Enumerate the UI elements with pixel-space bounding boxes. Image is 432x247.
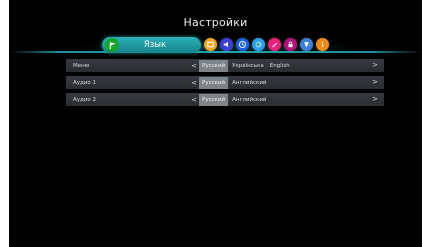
arrow-right-icon[interactable]: > xyxy=(370,93,380,106)
arrow-left-icon[interactable]: < xyxy=(189,96,199,104)
tab-language[interactable]: Язык xyxy=(102,37,201,53)
option-selected[interactable]: Русский xyxy=(199,93,229,106)
arrow-right-icon[interactable]: > xyxy=(370,76,380,89)
tab-language-label: Язык xyxy=(143,40,167,50)
edit-icon[interactable] xyxy=(268,38,281,51)
picture-icon[interactable] xyxy=(204,38,217,51)
option[interactable]: Английский xyxy=(232,80,266,86)
option-selected[interactable]: Русский xyxy=(199,59,229,72)
antenna-icon[interactable] xyxy=(300,38,313,51)
setting-label: Меню xyxy=(73,62,90,69)
arrow-left-icon[interactable]: < xyxy=(189,79,199,87)
setting-row-audio1[interactable]: Аудио 1 < Русский Английский > xyxy=(66,76,384,89)
category-icons xyxy=(204,38,332,52)
settings-list: Меню < Русский Українська English > Ауди… xyxy=(66,59,384,110)
flag-icon xyxy=(105,38,119,52)
option-selected[interactable]: Русский xyxy=(199,76,229,89)
lock-icon[interactable] xyxy=(284,38,297,51)
clock-icon[interactable] xyxy=(236,38,249,51)
arrow-right-icon[interactable]: > xyxy=(370,59,380,72)
setting-row-audio2[interactable]: Аудио 2 < Русский Английский > xyxy=(66,93,384,106)
option-list: Русский Английский xyxy=(199,93,384,106)
globe-icon[interactable] xyxy=(252,38,265,51)
option[interactable]: Английский xyxy=(232,97,266,103)
option[interactable]: English xyxy=(270,63,290,69)
setting-label: Аудио 1 xyxy=(73,79,97,86)
page-title: Настройки xyxy=(183,16,248,29)
setting-row-menu[interactable]: Меню < Русский Українська English > xyxy=(66,59,384,72)
arrow-left-icon[interactable]: < xyxy=(189,62,199,70)
option[interactable]: Українська xyxy=(232,63,264,69)
setting-label: Аудио 2 xyxy=(73,96,97,103)
option-list: Русский Українська English xyxy=(199,59,384,72)
audio-icon[interactable] xyxy=(220,38,233,51)
info-icon[interactable] xyxy=(316,38,329,51)
tv-screen: Настройки Язык Меню < Русский Українська… xyxy=(9,0,422,247)
option-list: Русский Английский xyxy=(199,76,384,89)
